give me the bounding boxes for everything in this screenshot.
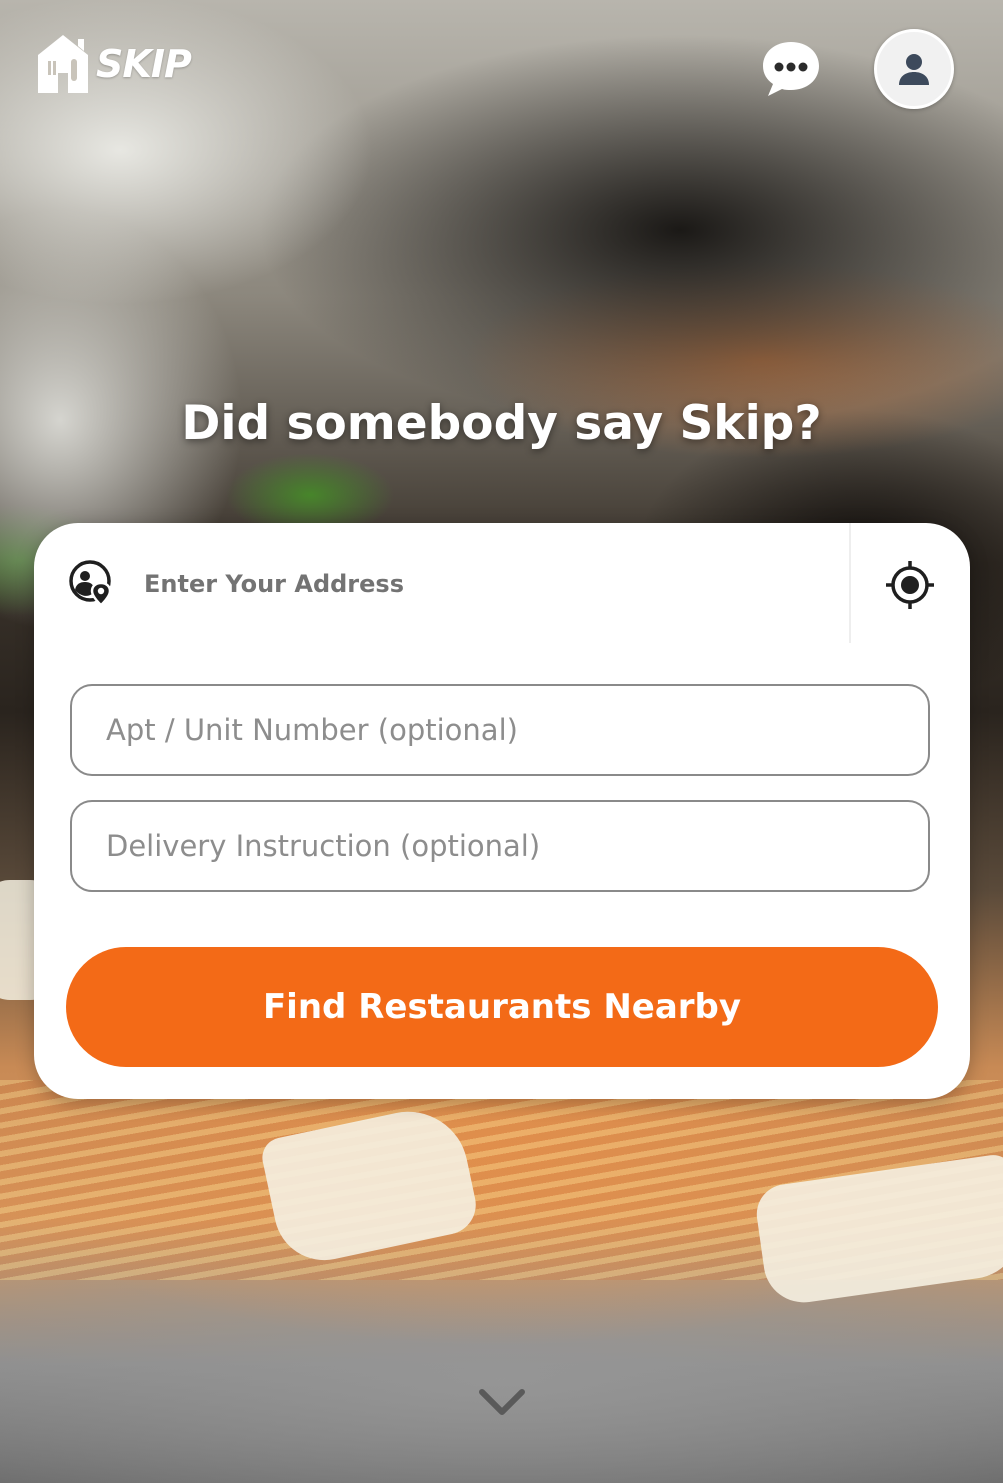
logo-wordmark: SKIP <box>96 42 192 86</box>
crosshair-locate-icon[interactable] <box>884 559 936 611</box>
account-button[interactable] <box>874 29 954 109</box>
address-pin-icon <box>69 560 112 607</box>
address-input[interactable] <box>142 555 836 613</box>
skip-logo[interactable]: SKIP <box>34 32 192 96</box>
apt-unit-input[interactable] <box>70 684 930 776</box>
chat-bubble-icon[interactable] <box>760 38 822 100</box>
address-row <box>34 523 970 643</box>
find-restaurants-button[interactable]: Find Restaurants Nearby <box>66 947 938 1067</box>
hero-headline: Did somebody say Skip? <box>181 396 822 451</box>
user-icon <box>899 54 929 85</box>
delivery-instruction-input[interactable] <box>70 800 930 892</box>
address-form-card: Find Restaurants Nearby <box>34 523 970 1099</box>
chevron-down-icon[interactable] <box>476 1384 528 1420</box>
divider <box>849 523 851 643</box>
logo-house-icon <box>38 35 88 93</box>
